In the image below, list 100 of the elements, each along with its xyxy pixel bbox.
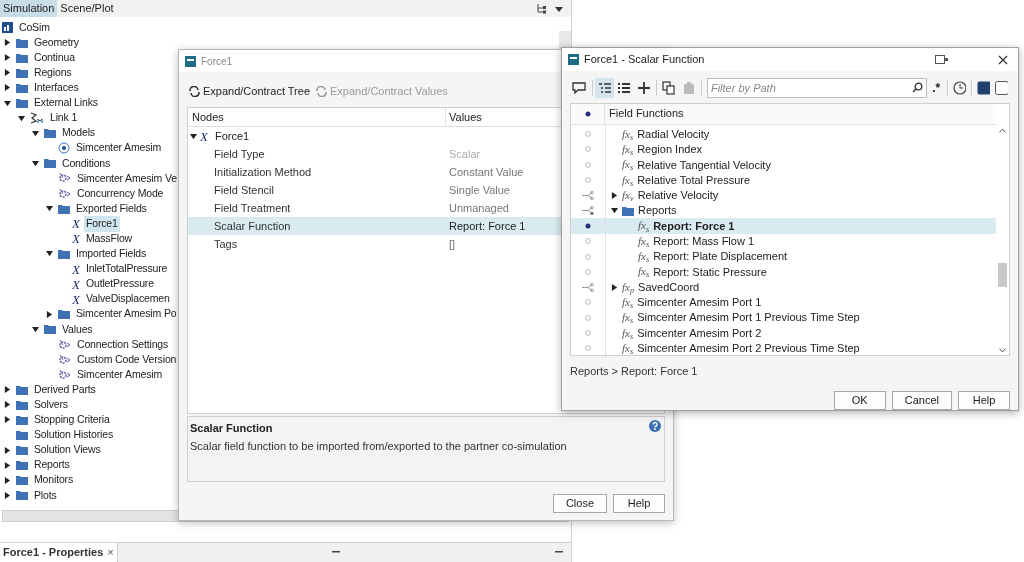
tree-item[interactable]: Solvers: [32, 397, 70, 413]
properties-tab[interactable]: Force1 - Properties: [3, 544, 104, 561]
minimize-icon[interactable]: [555, 551, 563, 554]
function-item[interactable]: SavedCoord: [638, 278, 700, 296]
search-icon[interactable]: [912, 82, 924, 94]
property-name: Field Stencil: [213, 182, 275, 198]
function-icon: fx$_{s}$: [638, 220, 650, 232]
tree-item[interactable]: Connection Settings: [75, 336, 171, 353]
function-item[interactable]: Report: Plate Displacement: [653, 248, 788, 265]
tree-item[interactable]: CoSim: [17, 19, 52, 36]
function-item[interactable]: Relative Total Pressure: [637, 171, 751, 189]
tree-item[interactable]: Reports: [32, 457, 72, 474]
function-item[interactable]: Reports: [638, 202, 677, 219]
caret-icon[interactable]: [32, 159, 39, 167]
caret-icon[interactable]: [46, 205, 53, 213]
caret-icon[interactable]: [46, 250, 53, 258]
filter-field[interactable]: Filter by Path: [706, 77, 928, 98]
radio-icon[interactable]: [585, 161, 591, 168]
tree-item[interactable]: Continua: [32, 49, 77, 66]
dialog-button[interactable]: Help: [958, 391, 1010, 410]
function-item[interactable]: Simcenter Amesim Port 1 Previous Time Step: [637, 309, 860, 326]
function-item[interactable]: Relative Tangential Velocity: [637, 156, 771, 173]
radio-icon[interactable]: [585, 253, 591, 260]
radio-icon[interactable]: [585, 146, 591, 153]
radio-icon[interactable]: [585, 345, 591, 352]
tree-item[interactable]: Stopping Criteria: [32, 412, 112, 428]
tab-close[interactable]: ×: [107, 544, 114, 561]
node-label[interactable]: Force1: [214, 127, 250, 145]
radio-icon[interactable]: [585, 299, 591, 306]
function-item[interactable]: Report: Static Pressure: [653, 263, 767, 281]
filter-input[interactable]: Filter by Path: [710, 79, 913, 97]
radio-icon[interactable]: [585, 314, 591, 321]
dot-icon: [584, 110, 591, 117]
tree-item[interactable]: Regions: [32, 64, 74, 81]
tree-item[interactable]: External Links: [32, 95, 100, 111]
scroll-down-icon[interactable]: [999, 347, 1006, 353]
property-value: []: [448, 236, 457, 252]
tree-item[interactable]: Monitors: [32, 472, 76, 489]
tree-item[interactable]: Solution Histories: [32, 427, 115, 443]
property-value: Constant Value: [448, 164, 525, 180]
radio-icon[interactable]: [585, 268, 591, 275]
tree-item[interactable]: Force1: [83, 215, 120, 232]
function-item[interactable]: Region Index: [637, 141, 702, 158]
function-item[interactable]: Report: Mass Flow 1: [653, 233, 755, 250]
tree-item[interactable]: Solution Views: [32, 442, 103, 459]
radio-icon[interactable]: [585, 330, 591, 336]
tree-item[interactable]: Interfaces: [32, 80, 81, 96]
tree-item[interactable]: MassFlow: [83, 231, 134, 247]
tree-item[interactable]: Exported Fields: [74, 200, 149, 217]
function-item[interactable]: Simcenter Amesim Port 2 Previous Time Step: [637, 340, 860, 357]
radio-icon[interactable]: [585, 131, 591, 138]
panel-tab[interactable]: Simulation: [0, 0, 58, 17]
help-icon[interactable]: [649, 420, 661, 432]
tree-item[interactable]: Simcenter Amesim: [75, 366, 165, 383]
tree-item[interactable]: Geometry: [32, 34, 81, 51]
minimize-icon[interactable]: [332, 551, 341, 554]
tree-item[interactable]: Imported Fields: [74, 246, 149, 262]
clock-icon[interactable]: [953, 80, 967, 95]
function-item[interactable]: Relative Velocity: [637, 187, 719, 204]
regex-toggle[interactable]: .*: [932, 78, 941, 97]
function-item[interactable]: Radial Velocity: [637, 125, 710, 143]
function-item[interactable]: Simcenter Amesim Port 1: [637, 294, 762, 311]
tree-item[interactable]: ValveDisplacemen: [83, 291, 172, 308]
panel-tab[interactable]: Scene/Plot: [57, 0, 117, 17]
dropdown-icon[interactable]: [555, 4, 563, 13]
dialog-button[interactable]: Cancel: [891, 391, 952, 410]
tree-item[interactable]: OutletPressure: [83, 276, 156, 292]
caret-icon[interactable]: [190, 132, 197, 140]
caret-icon[interactable]: [611, 283, 618, 291]
tree-item[interactable]: Models: [60, 125, 97, 142]
function-item[interactable]: Simcenter Amesim Port 2: [637, 324, 762, 342]
dialog-button[interactable]: OK: [833, 391, 886, 410]
hierarchy-icon[interactable]: [536, 3, 547, 14]
column-header: Nodes: [188, 108, 446, 126]
tree-view-icon[interactable]: [595, 77, 614, 98]
tree-item[interactable]: Concurrency Mode: [75, 185, 166, 202]
tree-item[interactable]: Simcenter Amesim Po: [74, 306, 179, 323]
tree-item[interactable]: Values: [60, 321, 95, 338]
dialog-button[interactable]: Close: [552, 494, 607, 513]
dialog-title: Force1 - Scalar Function: [584, 52, 705, 68]
tree-item[interactable]: Simcenter Amesim Ve: [75, 170, 179, 187]
window-icon[interactable]: [935, 55, 948, 65]
radio-icon[interactable]: [585, 177, 591, 184]
close-icon[interactable]: [998, 54, 1008, 65]
toolbar-button[interactable]: Expand/Contract Tree: [189, 82, 310, 100]
radio-icon[interactable]: [585, 238, 591, 245]
tree-item[interactable]: Plots: [32, 487, 59, 504]
folder-icon: [16, 98, 28, 108]
tree-item[interactable]: Conditions: [60, 155, 113, 172]
tree-item[interactable]: Derived Parts: [32, 381, 98, 398]
tree-item[interactable]: Custom Code Version: [75, 351, 179, 368]
tree-item[interactable]: Link 1: [48, 110, 80, 126]
selection-path: Reports > Report: Force 1: [570, 363, 699, 379]
tree-item[interactable]: Simcenter Amesim: [74, 140, 164, 157]
tree-item[interactable]: InletTotalPressure: [83, 261, 170, 277]
radio-selected-icon[interactable]: [585, 222, 591, 229]
function-icon: fx$_{s}$: [622, 174, 634, 186]
dialog-button[interactable]: Help: [613, 494, 665, 513]
scrollbar-thumb[interactable]: [998, 262, 1007, 287]
scroll-up-icon[interactable]: [999, 127, 1006, 133]
